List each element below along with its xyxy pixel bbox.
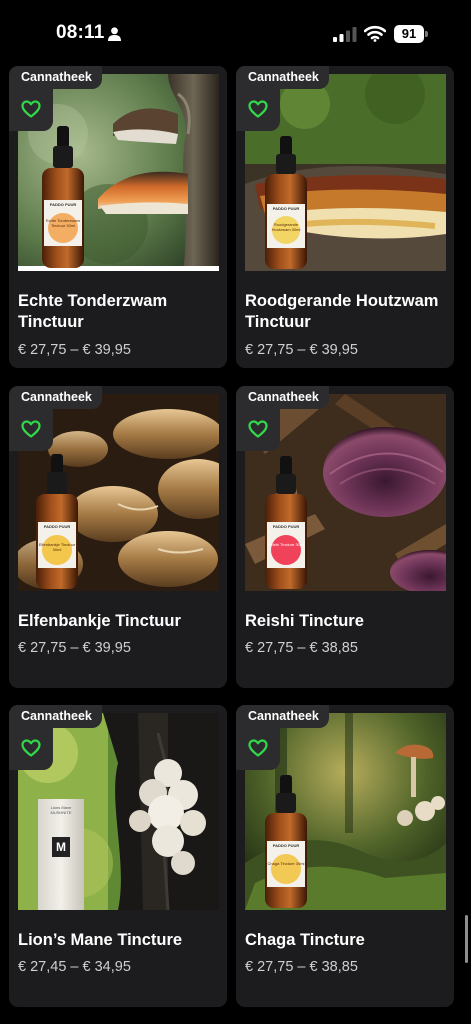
product-name[interactable]: Elfenbankje Tinctuur <box>18 611 223 632</box>
product-card[interactable]: Cannatheek <box>9 66 227 368</box>
box-label: Lions Mane MUSHNITE <box>50 805 72 815</box>
product-card[interactable]: Cannatheek <box>9 386 227 688</box>
product-box: M Lions Mane MUSHNITE <box>38 799 84 910</box>
heart-icon <box>248 739 268 757</box>
favorite-button[interactable] <box>236 89 280 131</box>
favorite-button[interactable] <box>236 409 280 451</box>
bottle-label: Reishi Tincture 30ml <box>267 542 305 547</box>
battery-indicator: 91 <box>394 25 428 43</box>
tincture-bottle: PADDO PUUR Roodgerande Houtzwam 30ml <box>263 136 309 271</box>
scrollbar[interactable] <box>465 915 468 963</box>
product-card[interactable]: Cannatheek <box>236 705 454 1007</box>
heart-icon <box>21 100 41 118</box>
wifi-icon <box>364 25 386 42</box>
brand-tag: Cannatheek <box>9 66 102 89</box>
brand-tag: Cannatheek <box>9 705 102 728</box>
heart-icon <box>21 420 41 438</box>
brand-tag: Cannatheek <box>236 386 329 409</box>
favorite-button[interactable] <box>9 728 53 770</box>
tincture-bottle: PADDO PUUR Chaga Tincture 30ml <box>263 775 309 910</box>
bottle-brand: PADDO PUUR <box>49 202 77 207</box>
bottle-label: Chaga Tincture 30ml <box>267 861 305 866</box>
product-price: € 27,75 – € 38,85 <box>245 640 358 656</box>
bottle-brand: PADDO PUUR <box>272 206 300 211</box>
status-time: 08:11 <box>56 22 105 43</box>
status-bar: 08:11 91 <box>0 0 471 66</box>
bottle-brand: PADDO PUUR <box>272 843 300 848</box>
person-icon <box>108 27 121 41</box>
tincture-bottle: PADDO PUUR Elfenbankje Tinctuur 30ml <box>34 454 80 591</box>
bottle-label: Roodgerande Houtzwam 30ml <box>271 222 301 232</box>
bottle-brand: PADDO PUUR <box>272 524 300 529</box>
product-name[interactable]: Roodgerande Houtzwam Tinctuur <box>245 291 450 333</box>
favorite-button[interactable] <box>9 409 53 451</box>
product-card[interactable]: Cannatheek <box>236 66 454 368</box>
favorite-button[interactable] <box>9 89 53 131</box>
product-price: € 27,75 – € 39,95 <box>18 342 131 358</box>
heart-icon <box>21 739 41 757</box>
product-name[interactable]: Reishi Tincture <box>245 611 450 632</box>
product-name[interactable]: Echte Tonderzwam Tinctuur <box>18 291 223 333</box>
product-price: € 27,75 – € 39,95 <box>245 342 358 358</box>
brand-tag: Cannatheek <box>236 66 329 89</box>
tincture-bottle: PADDO PUUR Echte Tonderzwam Tinctuur 30m… <box>40 126 86 271</box>
bottle-label: Echte Tonderzwam Tinctuur 30ml <box>46 218 80 228</box>
product-price: € 27,45 – € 34,95 <box>18 959 131 975</box>
battery-level: 91 <box>394 25 424 43</box>
cellular-signal-icon <box>333 27 357 42</box>
brand-tag: Cannatheek <box>9 386 102 409</box>
brand-tag: Cannatheek <box>236 705 329 728</box>
product-name[interactable]: Lion’s Mane Tincture <box>18 930 223 951</box>
product-card[interactable]: Cannatheek <box>236 386 454 688</box>
heart-icon <box>248 420 268 438</box>
bottle-brand: PADDO PUUR <box>43 524 71 529</box>
tincture-bottle: PADDO PUUR Reishi Tincture 30ml <box>263 456 309 591</box>
heart-icon <box>248 100 268 118</box>
product-name[interactable]: Chaga Tincture <box>245 930 450 951</box>
product-card[interactable]: Cannatheek <box>9 705 227 1007</box>
box-logo: M <box>52 837 70 857</box>
product-price: € 27,75 – € 39,95 <box>18 640 131 656</box>
bottle-label: Elfenbankje Tinctuur 30ml <box>38 542 76 552</box>
battery-tip <box>425 31 428 37</box>
favorite-button[interactable] <box>236 728 280 770</box>
product-price: € 27,75 – € 38,85 <box>245 959 358 975</box>
